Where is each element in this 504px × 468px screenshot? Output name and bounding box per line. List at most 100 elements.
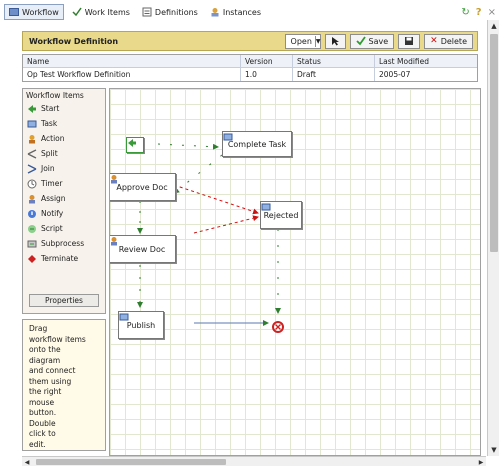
split-icon [27,148,37,159]
help-line: the right [29,387,62,396]
scrollbar-thumb[interactable] [490,34,498,252]
delete-icon: ✕ [430,36,438,46]
connector-review-rejected [193,215,259,234]
complete-task-node[interactable]: Complete Task [222,131,292,157]
cell-modified: 2005-07 [379,70,411,79]
tab-label: Instances [222,7,262,17]
help-line: button. [29,408,57,417]
table-row[interactable]: Op Test Workflow Definition 1.0 Draft 20… [23,68,477,81]
tab-definitions[interactable]: Definitions [138,4,202,20]
tab-label: Work Items [84,7,130,17]
palette-item-join[interactable]: Join [23,161,105,176]
floppy-icon [405,37,414,45]
start-node[interactable] [126,137,144,153]
help-line: edit. [29,439,46,449]
properties-button[interactable]: Properties [29,294,99,307]
column-header-version[interactable]: Version [241,55,293,67]
palette-item-label: Assign [41,194,66,203]
palette-item-label: Subprocess [41,239,85,248]
palette-item-assign[interactable]: Assign [23,191,105,206]
close-icon[interactable]: × [488,7,496,18]
approve-doc-node[interactable]: Approve Doc [110,173,176,201]
assign-icon [111,237,117,246]
help-line: onto the [29,345,61,354]
grid-header-row: Name Version Status Last Modified [23,55,477,68]
scroll-left-icon[interactable]: ◀ [22,457,32,467]
instances-icon [211,8,219,17]
publish-node[interactable]: Publish [118,311,164,339]
cell-status: Draft [293,68,375,81]
checkmark-icon [355,36,366,46]
start-icon [128,139,136,147]
column-header-modified[interactable]: Last Modified [375,55,477,67]
print-button[interactable] [398,33,421,49]
tab-label: Workflow [22,7,59,17]
palette-item-start[interactable]: Start [23,101,105,116]
scroll-right-icon[interactable]: ▶ [476,457,486,467]
palette-item-label: Join [41,164,55,173]
assign-icon [111,175,117,184]
palette-item-timer[interactable]: Timer [23,176,105,191]
mode-select-value: Open [290,36,312,46]
palette-item-subprocess[interactable]: Subprocess [23,236,105,251]
column-header-status[interactable]: Status [293,55,375,67]
review-doc-node[interactable]: Review Doc [110,235,176,263]
scroll-up-icon[interactable]: ▲ [488,20,500,32]
checklist-icon [72,7,82,17]
palette-item-split[interactable]: Split [23,146,105,161]
mode-select[interactable]: Open ▼ [284,33,321,49]
tab-instances[interactable]: Instances [206,4,265,20]
connector-start-complete [157,143,219,150]
delete-label: Delete [440,36,467,46]
workflow-toolbar: Workflow Definition Open ▼ Save ✕ Delete [22,31,478,51]
help-line: workflow items [29,334,86,344]
toolbar-title: Workflow Definition [29,36,119,46]
scrollbar-thumb[interactable] [36,459,226,465]
palette-item-label: Script [41,224,63,233]
task-icon [119,313,129,321]
horizontal-scrollbar[interactable]: ◀ ▶ [22,456,486,466]
vertical-scrollbar[interactable]: ▲ ▼ [487,20,499,456]
scroll-down-icon[interactable]: ▼ [488,444,500,456]
help-panel: Drag workflow items onto the diagram and… [22,319,106,451]
refresh-icon[interactable]: ↻ [461,7,469,18]
delete-button[interactable]: ✕ Delete [424,33,473,49]
palette-item-label: Split [41,149,58,158]
palette-item-notify[interactable]: Notify [23,206,105,221]
palette-item-terminate[interactable]: Terminate [23,251,105,266]
pointer-button[interactable] [324,33,346,49]
window-controls: ↻ ? × [461,7,500,18]
palette-title: Workflow Items [26,90,84,100]
tab-work-items[interactable]: Work Items [68,4,134,20]
node-label: Review Doc [118,244,166,254]
save-label: Save [368,36,389,46]
palette-item-action[interactable]: Action [23,131,105,146]
rejected-node[interactable]: Rejected [260,201,302,229]
task-icon [223,133,233,141]
palette-item-script[interactable]: Script [23,221,105,236]
pointer-icon [331,37,339,46]
node-label: Approve Doc [116,182,168,192]
node-label: Publish [126,320,156,330]
script-icon [28,224,36,233]
workflow-items-palette: Workflow Items Start Task Action Split J… [22,88,106,314]
timer-icon [27,179,37,188]
connector-approve-rejected [173,184,259,215]
diagram-connectors [137,143,284,333]
palette-item-label: Terminate [41,254,79,263]
assign-icon [29,194,35,203]
tab-bar: Workflow Work Items Definitions Instance… [4,3,500,21]
help-icon[interactable]: ? [476,7,482,18]
palette-item-label: Timer [41,179,63,188]
node-label: Complete Task [227,139,287,149]
column-header-name[interactable]: Name [23,55,241,67]
help-line: Drag [29,324,48,333]
help-line: and connect [29,366,76,375]
validate-button[interactable]: Save [349,33,395,49]
subprocess-icon [27,240,37,247]
palette-item-label: Action [41,134,65,143]
end-node[interactable] [272,321,284,333]
palette-item-task[interactable]: Task [23,116,105,131]
workflow-diagram-canvas[interactable]: Complete Task Approve Doc Rejected Revie… [109,88,481,456]
tab-workflow[interactable]: Workflow [4,4,64,20]
